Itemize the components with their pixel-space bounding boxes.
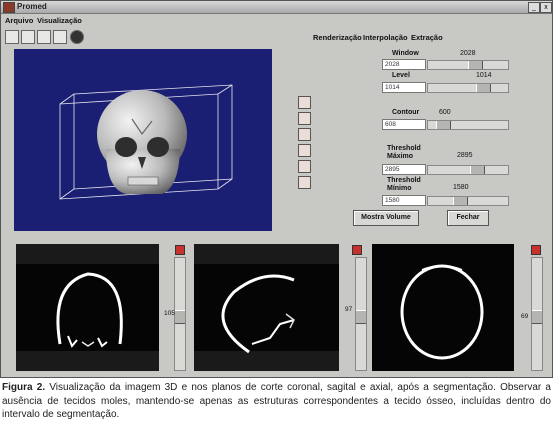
window-field[interactable]: 2028: [382, 59, 426, 70]
window-slider[interactable]: [427, 60, 509, 70]
coronal-slice-number: 105: [164, 310, 175, 317]
coronal-slice-icon[interactable]: [175, 245, 185, 255]
axial-slider-thumb[interactable]: [532, 310, 542, 324]
axial-slice-slider[interactable]: [531, 257, 543, 371]
toolbar: Renderização Interpolação Extração: [1, 29, 552, 45]
cut-plane-button-3[interactable]: [298, 128, 311, 141]
contour-slider[interactable]: [427, 120, 509, 130]
caption-label: Figura 2.: [2, 382, 46, 393]
save-icon[interactable]: [37, 30, 51, 44]
app-icon: [3, 2, 15, 13]
close-panel-button[interactable]: Fechar: [447, 210, 489, 226]
cut-plane-button-2[interactable]: [298, 112, 311, 125]
coronal-slice-slider[interactable]: [174, 257, 186, 371]
contour-label: Contour: [392, 109, 420, 116]
cut-plane-button-4[interactable]: [298, 144, 311, 157]
axial-slice-view[interactable]: [372, 244, 514, 371]
close-button[interactable]: x: [540, 2, 552, 13]
coronal-bone-image: [16, 244, 159, 371]
axial-slice-icon[interactable]: [531, 245, 541, 255]
threshold-min-label: Threshold Mínimo: [387, 177, 421, 192]
sagittal-slider-thumb[interactable]: [356, 310, 366, 324]
menu-renderizacao[interactable]: Renderização: [313, 33, 362, 42]
render-3d-viewport[interactable]: [14, 49, 272, 231]
menu-visualizacao[interactable]: Visualização: [37, 16, 82, 25]
level-label: Level: [392, 72, 410, 79]
window-label: Window: [392, 50, 419, 57]
threshold-max-value: 2895: [457, 152, 473, 159]
contour-field[interactable]: 608: [382, 119, 426, 130]
cut-plane-button-6[interactable]: [298, 176, 311, 189]
menu-extracao[interactable]: Extração: [411, 33, 443, 42]
cut-plane-button-1[interactable]: [298, 96, 311, 109]
title-bar: Promed _ x: [1, 1, 552, 14]
stop-icon[interactable]: [70, 30, 84, 44]
open-icon[interactable]: [21, 30, 35, 44]
contour-value: 600: [439, 109, 451, 116]
threshold-max-slider[interactable]: [427, 165, 509, 175]
figure-caption: Figura 2. Visualização da imagem 3D e no…: [2, 381, 551, 422]
menubar: Arquivo Visualização: [1, 14, 552, 27]
new-icon[interactable]: [5, 30, 19, 44]
coronal-slice-view[interactable]: [16, 244, 159, 371]
window-value: 2028: [460, 50, 476, 57]
menu-interpolacao[interactable]: Interpolação: [363, 33, 408, 42]
print-icon[interactable]: [53, 30, 67, 44]
caption-text: Visualização da imagem 3D e nos planos d…: [2, 382, 551, 420]
threshold-min-value: 1580: [453, 184, 469, 191]
sagittal-slice-icon[interactable]: [352, 245, 362, 255]
level-slider-thumb[interactable]: [476, 84, 491, 92]
sagittal-slice-view[interactable]: [194, 244, 339, 371]
sagittal-slice-number: 97: [345, 306, 353, 313]
threshold-min-slider-thumb[interactable]: [453, 197, 468, 205]
axial-bone-image: [400, 264, 484, 360]
app-window: Promed _ x Arquivo Visualização Renderiz…: [0, 0, 553, 378]
threshold-max-label: Threshold Máximo: [387, 145, 421, 160]
sagittal-slice-slider[interactable]: [355, 257, 367, 371]
coronal-slider-thumb[interactable]: [175, 310, 185, 324]
level-value: 1014: [476, 72, 492, 79]
contour-slider-thumb[interactable]: [436, 121, 451, 129]
axial-slice-number: 69: [521, 313, 529, 320]
level-field[interactable]: 1014: [382, 82, 426, 93]
threshold-max-slider-thumb[interactable]: [470, 166, 485, 174]
threshold-max-field[interactable]: 2895: [382, 164, 426, 175]
menu-arquivo[interactable]: Arquivo: [5, 16, 33, 25]
level-slider[interactable]: [427, 83, 509, 93]
threshold-min-slider[interactable]: [427, 196, 509, 206]
window-slider-thumb[interactable]: [468, 61, 483, 69]
minimize-button[interactable]: _: [528, 2, 540, 13]
show-volume-button[interactable]: Mostra Volume: [353, 210, 419, 226]
window-title: Promed: [17, 2, 47, 11]
cut-plane-button-5[interactable]: [298, 160, 311, 173]
skull-3d-render: [59, 84, 233, 200]
threshold-min-field[interactable]: 1580: [382, 195, 426, 206]
sagittal-bone-image: [194, 244, 339, 371]
